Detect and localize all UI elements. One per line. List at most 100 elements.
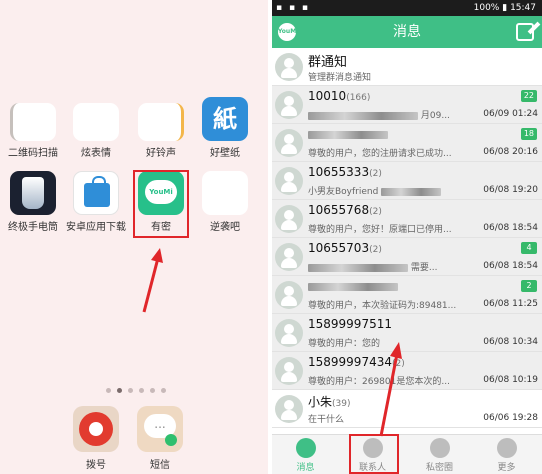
message-preview: 月09... xyxy=(308,108,488,121)
list-item[interactable]: 10655768(2) 尊敬的用户，您好！原端口已停用... 06/08 18:… xyxy=(272,200,542,238)
app-label: 好壁纸 xyxy=(210,148,240,159)
app-flashlight[interactable]: 终极手电筒 xyxy=(0,171,66,233)
tab-more[interactable]: 更多 xyxy=(473,435,540,474)
app-row-1: 二维码扫描 炫表情 好铃声 紙 好壁纸 xyxy=(0,97,268,165)
contact-name: 15899997511 xyxy=(308,317,392,331)
battery-icon: ▮ xyxy=(502,3,508,13)
dock-dialer[interactable]: 拨号 xyxy=(66,406,126,471)
app-wallpaper[interactable]: 紙 好壁纸 xyxy=(192,97,258,159)
tab-label: 更多 xyxy=(497,463,516,473)
timestamp: 06/08 20:16 xyxy=(483,147,538,157)
tab-label: 消息 xyxy=(296,463,315,473)
app-label: 终极手电筒 xyxy=(8,222,58,233)
avatar xyxy=(275,91,303,119)
arrow-up-icon xyxy=(379,342,402,437)
sms-icon: ... xyxy=(137,406,183,452)
app-label: 好铃声 xyxy=(146,148,176,159)
battery-level: 100% xyxy=(473,3,500,13)
dialer-icon xyxy=(73,406,119,452)
contacts-highlight-box xyxy=(349,434,399,474)
avatar xyxy=(275,205,303,233)
emoji-icon xyxy=(73,103,119,141)
contact-name: 10655703(2) xyxy=(308,241,382,255)
message-preview: 小男友Boyfriend xyxy=(308,184,488,197)
timestamp: 06/08 10:34 xyxy=(483,337,538,347)
bottom-tab-bar: 消息 联系人 私密圈 更多 xyxy=(272,434,542,474)
app-android-store[interactable]: 安卓应用下载 xyxy=(63,171,129,233)
list-item[interactable]: 尊敬的用户，您的注册请求已成功... 18 06/08 20:16 xyxy=(272,124,542,162)
tab-messages[interactable]: 消息 xyxy=(272,435,339,474)
app-label: 安卓应用下载 xyxy=(66,222,126,233)
contact-name: 10655333(2) xyxy=(308,165,382,179)
avatar xyxy=(275,167,303,195)
title-bar: YouMi 消息 xyxy=(272,16,542,48)
avatar xyxy=(275,53,303,81)
timestamp: 06/08 11:25 xyxy=(483,299,538,309)
message-preview: 尊敬的用户，本次验证码为:89481... xyxy=(308,301,457,311)
home-screen: 二维码扫描 炫表情 好铃声 紙 好壁纸 终极手电筒 安卓应用下载 YouMi 有… xyxy=(0,0,268,474)
compose-icon[interactable] xyxy=(516,23,534,41)
contact-name: 10010(166) xyxy=(308,89,371,103)
unread-badge: 2 xyxy=(521,280,537,292)
app-ringtone[interactable]: 好铃声 xyxy=(128,103,194,159)
timestamp: 06/08 18:54 xyxy=(483,261,538,271)
timestamp: 06/06 19:28 xyxy=(483,413,538,423)
app-emoji[interactable]: 炫表情 xyxy=(63,103,129,159)
messages-screen: ▪ ▪ ▪ 100% ▮ 15:47 YouMi 消息 群通知 管理群消息通知 … xyxy=(272,0,542,474)
avatar xyxy=(275,395,303,423)
page-indicator[interactable] xyxy=(96,388,176,394)
list-item[interactable]: 10010(166) 月09... 22 06/09 01:24 xyxy=(272,86,542,124)
wallpaper-icon: 紙 xyxy=(202,97,248,141)
unread-badge: 18 xyxy=(520,128,537,140)
app-label: 逆袭吧 xyxy=(210,222,240,233)
app-label: 短信 xyxy=(150,460,170,471)
app-label: 拨号 xyxy=(86,460,106,471)
list-item[interactable]: 小朱(39) 在干什么 06/06 19:28 xyxy=(272,390,542,428)
arrow-up-icon xyxy=(142,248,163,313)
list-item[interactable]: 10655333(2) 小男友Boyfriend 06/08 19:20 xyxy=(272,162,542,200)
app-label: 二维码扫描 xyxy=(8,148,58,159)
avatar xyxy=(275,281,303,309)
app-label: 炫表情 xyxy=(81,148,111,159)
eye-icon xyxy=(429,438,450,458)
avatar xyxy=(275,243,303,271)
unread-badge: 22 xyxy=(520,90,537,102)
message-preview: 需要... xyxy=(308,260,488,273)
chat-bubble-icon xyxy=(295,438,316,458)
avatar xyxy=(275,129,303,157)
unread-badge: 4 xyxy=(521,242,537,254)
list-item[interactable]: 15899997511 尊敬的用户：您的 06/08 10:34 xyxy=(272,314,542,352)
flashlight-icon xyxy=(10,171,56,215)
app-store-icon xyxy=(73,171,119,215)
youmi-highlight-box xyxy=(133,170,189,238)
contact-name xyxy=(308,127,388,141)
avatar xyxy=(275,319,303,347)
message-preview: 尊敬的用户，您的注册请求已成功... xyxy=(308,149,452,159)
timestamp: 06/09 01:24 xyxy=(483,109,538,119)
list-item[interactable]: 10655703(2) 需要... 4 06/08 18:54 xyxy=(272,238,542,276)
contact-name: 小朱(39) xyxy=(308,395,351,409)
contact-name: 群通知 xyxy=(308,55,348,70)
list-item[interactable]: 尊敬的用户，本次验证码为:89481... 2 06/08 11:25 xyxy=(272,276,542,314)
notification-icons: ▪ ▪ ▪ xyxy=(276,3,311,13)
tab-private-circle[interactable]: 私密圈 xyxy=(406,435,473,474)
message-preview: 尊敬的用户，您好！原端口已停用... xyxy=(308,225,452,235)
tab-label: 私密圈 xyxy=(425,463,453,473)
page-title: 消息 xyxy=(393,24,421,40)
dock-sms[interactable]: ... 短信 xyxy=(130,406,190,471)
message-preview: 管理群消息通知 xyxy=(308,73,372,83)
app-nixi[interactable]: 逆袭吧 xyxy=(192,171,258,233)
avatar xyxy=(275,357,303,385)
timestamp: 06/08 10:19 xyxy=(483,375,538,385)
status-right: 100% ▮ 15:47 xyxy=(474,0,536,16)
list-item[interactable]: 15899997434(2) 尊敬的用户：269801是您本次的... 06/0… xyxy=(272,352,542,390)
list-item-group-notice[interactable]: 群通知 管理群消息通知 xyxy=(272,48,542,86)
contact-name: 10655768(2) xyxy=(308,203,382,217)
timestamp: 06/08 18:54 xyxy=(483,223,538,233)
nixi-icon xyxy=(202,171,248,215)
message-list: 群通知 管理群消息通知 10010(166) 月09... 22 06/09 0… xyxy=(272,48,542,428)
ringtone-icon xyxy=(138,103,184,141)
clock: 15:47 xyxy=(510,3,536,13)
app-qr-scan[interactable]: 二维码扫描 xyxy=(0,103,66,159)
status-bar: ▪ ▪ ▪ 100% ▮ 15:47 xyxy=(272,0,542,16)
